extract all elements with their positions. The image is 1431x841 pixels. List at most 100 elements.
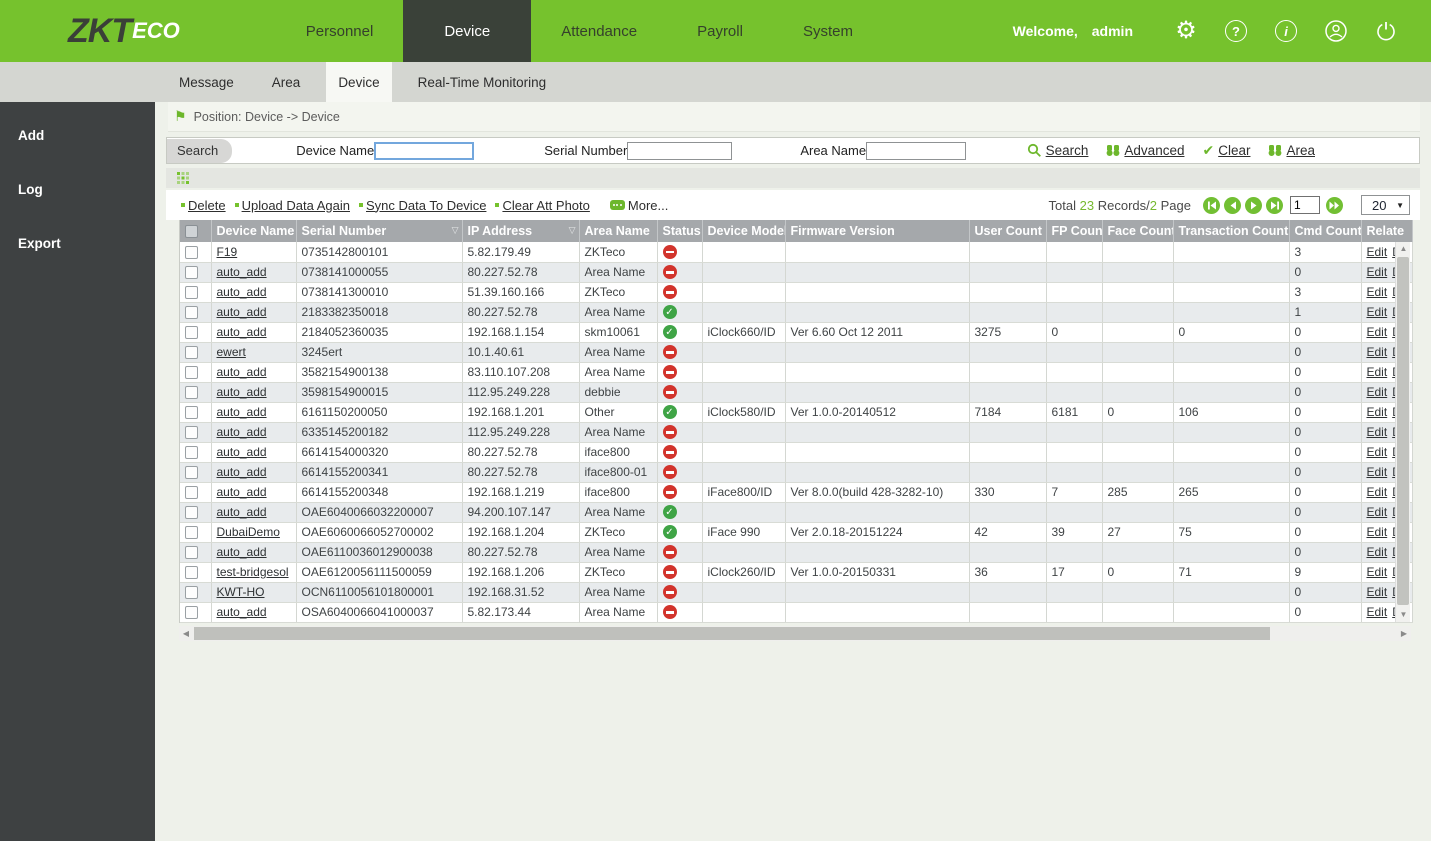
edit-link[interactable]: Edit [1367,385,1388,399]
row-checkbox[interactable] [185,346,198,360]
row-checkbox[interactable] [185,446,198,460]
clear-att-photo-button[interactable]: Clear Att Photo [495,198,590,213]
edit-link[interactable]: Edit [1367,405,1388,419]
scroll-down-icon[interactable]: ▼ [1396,608,1411,622]
row-checkbox[interactable] [185,486,198,500]
row-checkbox[interactable] [185,306,198,320]
sort-icon[interactable]: ▽ [569,225,576,236]
column-header[interactable]: IP Address ▽ [462,220,580,242]
tab-message[interactable]: Message [167,62,246,102]
row-checkbox[interactable] [185,286,198,300]
settings-icon[interactable]: ⚙ [1174,19,1198,43]
column-header[interactable]: Firmware Version [785,220,970,242]
device-name-link[interactable]: test-bridgesol [217,565,289,579]
column-header[interactable]: Transaction Count [1173,220,1290,242]
menu-item-system[interactable]: System [773,0,883,62]
go-to-page-button[interactable] [1326,196,1343,214]
zkteco-logo[interactable]: ZKT ECO [68,0,180,62]
edit-link[interactable]: Edit [1367,485,1388,499]
row-checkbox[interactable] [185,526,198,540]
edit-link[interactable]: Edit [1367,465,1388,479]
row-checkbox[interactable] [185,266,198,280]
sidebar-item-export[interactable]: Export [0,223,155,264]
column-header[interactable]: Face Count [1102,220,1174,242]
row-checkbox[interactable] [185,406,198,420]
tab-real-time-monitoring[interactable]: Real-Time Monitoring [406,62,559,102]
serial-number-input[interactable] [627,141,733,160]
device-name-link[interactable]: F19 [217,245,238,259]
row-checkbox[interactable] [185,386,198,400]
edit-link[interactable]: Edit [1367,345,1388,359]
device-name-input[interactable] [374,141,475,160]
row-checkbox[interactable] [185,245,198,259]
device-name-link[interactable]: auto_add [217,325,267,339]
column-header[interactable]: Device Name [211,220,297,242]
page-number-input[interactable] [1290,196,1320,214]
device-name-link[interactable]: auto_add [217,265,267,279]
column-header[interactable]: Device Model [702,220,786,242]
grid-icon[interactable] [177,172,189,184]
edit-link[interactable]: Edit [1367,285,1388,299]
scroll-up-icon[interactable]: ▲ [1396,242,1411,256]
horizontal-scroll-thumb[interactable] [194,627,1270,640]
edit-link[interactable]: Edit [1367,445,1388,459]
tab-device[interactable]: Device [326,62,392,102]
next-page-button[interactable] [1245,196,1262,214]
edit-link[interactable]: Edit [1367,605,1388,619]
menu-item-device[interactable]: Device [403,0,532,62]
row-checkbox[interactable] [185,586,198,600]
edit-link[interactable]: Edit [1367,365,1388,379]
area-name-input[interactable] [866,141,967,160]
sidebar-item-log[interactable]: Log [0,169,155,210]
device-name-link[interactable]: auto_add [217,365,267,379]
edit-link[interactable]: Edit [1367,505,1388,519]
device-name-link[interactable]: auto_add [217,385,267,399]
column-header[interactable]: User Count [969,220,1047,242]
help-icon[interactable]: ? [1224,19,1248,43]
device-name-link[interactable]: KWT-HO [217,585,265,599]
device-name-link[interactable]: auto_add [217,425,267,439]
column-header[interactable]: Serial Number ▽ [296,220,463,242]
tab-area[interactable]: Area [260,62,313,102]
row-checkbox[interactable] [185,426,198,440]
row-checkbox[interactable] [185,466,198,480]
edit-link[interactable]: Edit [1367,585,1388,599]
vertical-scrollbar[interactable]: ▲ ▼ [1395,242,1410,622]
edit-link[interactable]: Edit [1367,305,1388,319]
device-name-link[interactable]: auto_add [217,485,267,499]
column-header[interactable]: Relate [1361,220,1413,242]
power-icon[interactable] [1374,19,1398,43]
device-name-link[interactable]: auto_add [217,445,267,459]
device-name-link[interactable]: ewert [217,345,246,359]
device-name-link[interactable]: auto_add [217,405,267,419]
edit-link[interactable]: Edit [1367,325,1388,339]
row-checkbox[interactable] [185,326,198,340]
device-name-link[interactable]: DubaiDemo [217,525,280,539]
device-name-link[interactable]: auto_add [217,285,267,299]
row-checkbox[interactable] [185,506,198,520]
edit-link[interactable]: Edit [1367,545,1388,559]
delete-button[interactable]: Delete [181,198,226,213]
scroll-right-icon[interactable]: ▶ [1397,626,1411,641]
column-header[interactable]: Status [657,220,703,242]
sort-icon[interactable]: ▽ [452,225,459,236]
last-page-button[interactable] [1266,196,1283,214]
edit-link[interactable]: Edit [1367,425,1388,439]
more-button[interactable]: More... [609,198,668,213]
page-size-select[interactable]: 20 ▼ [1361,195,1410,215]
edit-link[interactable]: Edit [1367,265,1388,279]
device-name-link[interactable]: auto_add [217,605,267,619]
user-icon[interactable] [1324,19,1348,43]
first-page-button[interactable] [1203,196,1220,214]
device-name-link[interactable]: auto_add [217,465,267,479]
search-button[interactable]: Search [1027,143,1088,158]
previous-page-button[interactable] [1224,196,1241,214]
menu-item-attendance[interactable]: Attendance [531,0,667,62]
vertical-scroll-thumb[interactable] [1397,257,1409,605]
menu-item-personnel[interactable]: Personnel [276,0,404,62]
column-header[interactable]: Cmd Count [1289,220,1362,242]
scroll-left-icon[interactable]: ◀ [179,626,193,641]
row-checkbox[interactable] [185,566,198,580]
upload-data-again-button[interactable]: Upload Data Again [234,198,350,213]
row-checkbox[interactable] [185,366,198,380]
